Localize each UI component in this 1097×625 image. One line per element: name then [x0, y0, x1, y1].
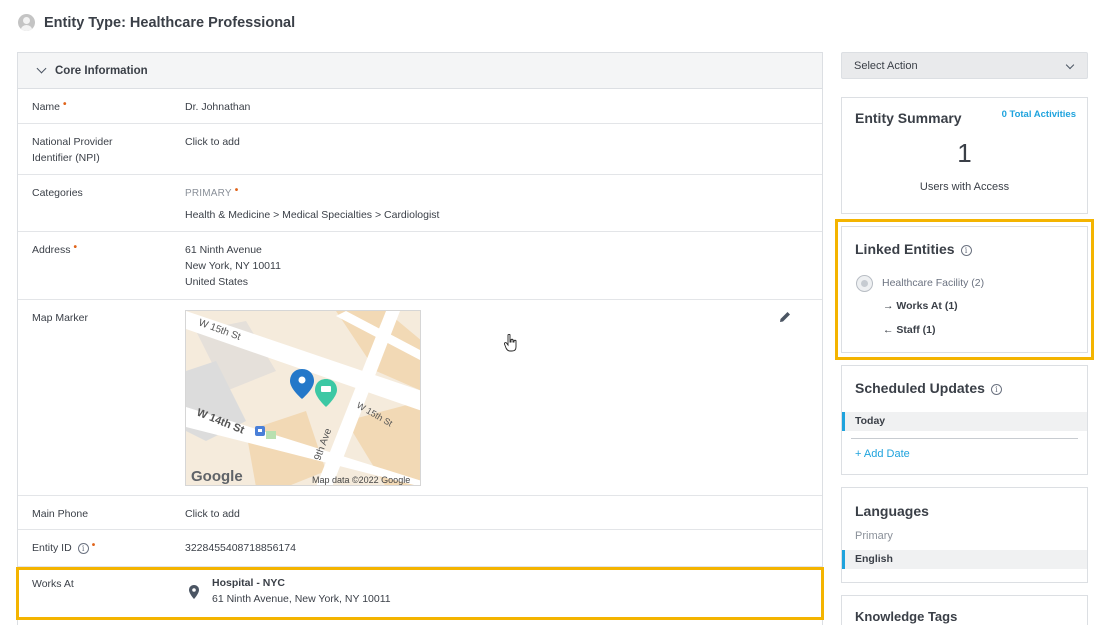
primary-language-value[interactable]: English [842, 550, 1087, 569]
card-title: Knowledge Tags [855, 609, 958, 624]
field-label: Map Marker [32, 312, 89, 324]
category-primary-tag: PRIMARY • [185, 185, 239, 199]
map-image[interactable]: W 15th St W 14th St 9th Ave W 15th St Go… [185, 310, 421, 486]
field-label: Entity ID i • [32, 540, 96, 554]
field-row-main-phone[interactable]: Main Phone Click to add [18, 496, 822, 530]
knowledge-tags-card: Knowledge Tags [841, 595, 1088, 625]
core-information-panel: Core Information Name • Dr. Johnathan Nat… [16, 52, 824, 625]
users-with-access-label: Users with Access [919, 181, 1010, 193]
add-date-link[interactable]: + Add Date [855, 448, 910, 460]
primary-language-label: Primary [855, 530, 893, 542]
edit-pencil-icon[interactable] [778, 310, 792, 324]
card-title: Entity Summary [855, 110, 962, 126]
map-attribution: Map data ©2022 Google [312, 475, 410, 485]
languages-card: Languages Primary English [841, 487, 1088, 583]
main-phone-placeholder[interactable]: Click to add [185, 506, 240, 522]
core-information-header[interactable]: Core Information [18, 53, 822, 89]
chevron-down-icon [1065, 60, 1075, 70]
address-value[interactable]: 61 Ninth Avenue New York, NY 10011 Unite… [185, 242, 281, 290]
page-title: Entity Type: Healthcare Professional [44, 14, 296, 31]
field-label: Categories [32, 187, 83, 199]
info-icon[interactable]: i [990, 383, 1002, 395]
card-title: Scheduled Updates i [855, 380, 1002, 396]
field-row-entity-id: Entity ID i • 3228455408718856174 [18, 530, 822, 567]
users-count: 1 [957, 138, 972, 168]
card-title: Languages [855, 503, 929, 519]
today-item[interactable]: Today [842, 412, 1087, 431]
scheduled-updates-card: Scheduled Updates i Today + Add Date [841, 365, 1088, 475]
field-row-name[interactable]: Name • Dr. Johnathan [18, 89, 822, 124]
select-action-label: Select Action [854, 59, 918, 72]
field-label: Main Phone [32, 508, 89, 520]
category-value[interactable]: Health & Medicine > Medical Specialties … [185, 207, 439, 223]
name-value[interactable]: Dr. Johnathan [185, 99, 250, 115]
entity-summary-card: Entity Summary 0 Total Activities 1 User… [841, 97, 1088, 214]
field-row-npi[interactable]: National Provider Identifier (NPI) Click … [18, 124, 822, 175]
hand-cursor-icon [504, 334, 517, 352]
field-label: Address • [32, 242, 78, 256]
select-action-dropdown[interactable]: Select Action [841, 52, 1088, 79]
entity-id-value: 3228455408718856174 [185, 542, 296, 554]
linked-entities-highlight [835, 219, 1094, 360]
divider [851, 438, 1078, 439]
field-row-categories[interactable]: Categories PRIMARY • Health & Medicine > … [18, 175, 822, 232]
entity-avatar-icon [18, 14, 35, 31]
page-header: Entity Type: Healthcare Professional [18, 14, 295, 31]
npi-placeholder[interactable]: Click to add [185, 134, 240, 150]
field-row-works-at[interactable]: Works At Hospital - NYC 61 Ninth Avenue,… [16, 567, 824, 622]
chevron-down-icon[interactable] [36, 63, 47, 74]
field-label: National Provider Identifier (NPI) [32, 136, 113, 164]
field-row-map-marker: Map Marker W 15th St W 14th St 9th Ave W… [18, 300, 822, 496]
info-icon[interactable]: i [77, 542, 89, 554]
works-at-highlight [16, 567, 824, 620]
google-logo: Google [191, 468, 243, 485]
field-row-address[interactable]: Address • 61 Ninth Avenue New York, NY 10… [18, 232, 822, 300]
section-title: Core Information [55, 64, 148, 77]
field-label: Name • [32, 99, 67, 113]
total-activities-link[interactable]: 0 Total Activities [1002, 109, 1076, 120]
